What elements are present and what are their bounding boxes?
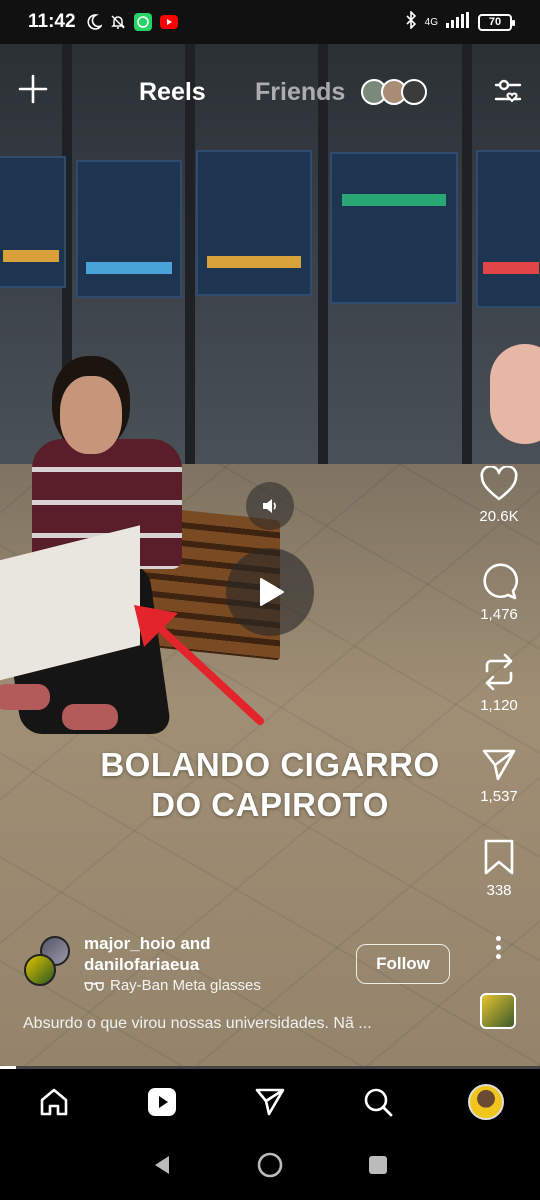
follow-button[interactable]: Follow: [356, 944, 450, 984]
more-options-icon[interactable]: [496, 936, 501, 959]
poster: [76, 160, 182, 298]
author-line-2: danilofariaeua: [84, 955, 200, 974]
recents-icon[interactable]: [367, 1154, 389, 1181]
status-time: 11:42: [28, 11, 76, 32]
author-avatars[interactable]: [22, 934, 76, 990]
glasses-icon: [84, 981, 104, 991]
android-navigation-bar: [0, 1135, 540, 1200]
heart-icon[interactable]: [458, 466, 540, 502]
search-icon[interactable]: [351, 1075, 405, 1129]
volume-button[interactable]: [246, 482, 294, 530]
device-label: Ray-Ban Meta glasses: [110, 977, 261, 994]
repost-icon[interactable]: [458, 653, 540, 691]
play-button[interactable]: [226, 548, 314, 636]
bell-off-icon: [110, 14, 126, 30]
youtube-icon: [159, 13, 178, 31]
messages-icon[interactable]: [243, 1075, 297, 1129]
author-usernames[interactable]: major_hoio and danilofariaeua: [84, 933, 211, 975]
like-action: 20.6K: [458, 466, 540, 525]
play-icon: [260, 578, 284, 606]
audio-track-thumbnail[interactable]: [480, 993, 516, 1029]
avatar: [24, 954, 56, 986]
poster: [196, 150, 312, 296]
hand: [490, 344, 540, 444]
avatar: [468, 1084, 504, 1120]
like-count[interactable]: 20.6K: [458, 508, 540, 525]
network-type: 4G: [424, 16, 438, 28]
back-icon[interactable]: [151, 1154, 173, 1181]
home-icon[interactable]: [27, 1075, 81, 1129]
bookmark-icon[interactable]: [458, 838, 540, 876]
shoe: [62, 704, 118, 730]
repost-action: 1,120: [458, 653, 540, 714]
shoe: [0, 684, 50, 710]
send-icon[interactable]: [458, 748, 540, 782]
friend-avatar: [401, 79, 427, 105]
speaker-icon: [263, 499, 276, 513]
share-action: 1,537: [458, 748, 540, 805]
bluetooth-icon: [405, 9, 417, 34]
share-count[interactable]: 1,537: [458, 788, 540, 805]
battery-indicator: 70: [478, 13, 515, 31]
moon-icon: [86, 14, 102, 30]
poster: [476, 150, 540, 308]
reel-description[interactable]: Absurdo o que virou nossas universidades…: [23, 1015, 463, 1033]
comment-icon[interactable]: [458, 562, 540, 600]
save-count[interactable]: 338: [458, 882, 540, 899]
device-tag[interactable]: Ray-Ban Meta glasses: [84, 977, 261, 994]
author-line-1: major_hoio and: [84, 934, 211, 953]
filter-sliders-icon[interactable]: [492, 76, 524, 113]
profile-avatar[interactable]: [459, 1075, 513, 1129]
status-bar: 11:42 4G 70: [0, 0, 540, 44]
reels-header: Reels Friends: [0, 70, 540, 114]
create-plus-icon[interactable]: [18, 73, 48, 111]
tab-friends[interactable]: Friends: [255, 78, 345, 107]
repost-count[interactable]: 1,120: [458, 697, 540, 714]
save-action: 338: [458, 838, 540, 899]
friend-avatars[interactable]: [361, 79, 427, 105]
poster: [0, 156, 66, 288]
reels-icon[interactable]: [135, 1075, 189, 1129]
bottom-navigation: [0, 1069, 540, 1135]
poster: [330, 152, 458, 304]
comment-count[interactable]: 1,476: [458, 606, 540, 623]
home-circle-icon[interactable]: [256, 1151, 284, 1184]
person-head: [60, 376, 122, 454]
signal-icon: [446, 11, 470, 33]
tab-reels[interactable]: Reels: [139, 78, 206, 107]
comment-action: 1,476: [458, 562, 540, 623]
whatsapp-icon: [133, 13, 152, 31]
